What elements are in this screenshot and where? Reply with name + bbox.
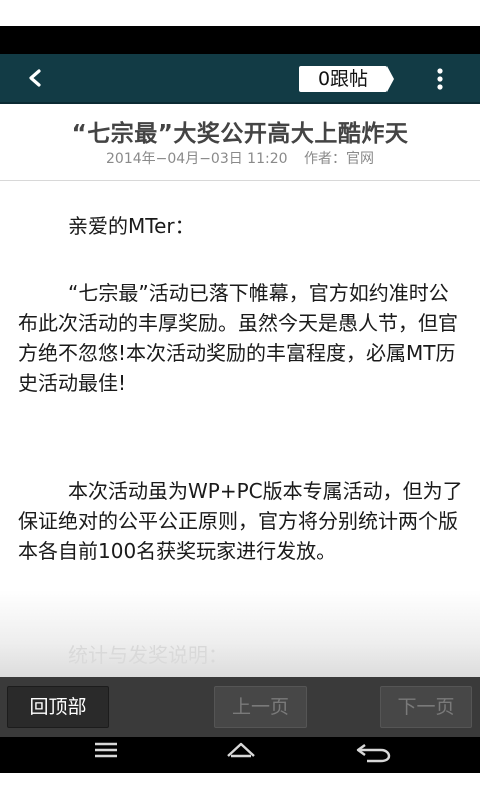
- next-page-button[interactable]: 下一页: [380, 686, 472, 728]
- reply-count-button[interactable]: 0跟帖: [299, 66, 394, 92]
- home-button[interactable]: [219, 739, 263, 771]
- bottom-toolbar: 回顶部 上一页 下一页: [0, 677, 480, 737]
- system-back-button[interactable]: [350, 739, 396, 771]
- vertical-dots-icon: [437, 68, 443, 90]
- article-author: 作者：官网: [303, 151, 374, 167]
- article-meta: 2014年−04月−03日 11:20 作者：官网: [0, 148, 480, 168]
- article-header: “七宗最”大奖公开高大上酷炸天 2014年−04月−03日 11:20 作者：官…: [0, 104, 480, 181]
- back-arrow-icon: [356, 744, 391, 763]
- article-title: “七宗最”大奖公开高大上酷炸天: [71, 121, 409, 147]
- paragraph-1: “七宗最”活动已落下帷幕，官方如约准时公布此次活动的丰厚奖励。虽然今天是愚人节，…: [18, 281, 458, 395]
- paragraph-3: 统计与发奖说明：: [68, 643, 228, 667]
- paragraph-2: 本次活动虽为WP+PC版本专属活动，但为了保证绝对的公平公正原则，官方将分别统计…: [18, 479, 463, 563]
- system-nav-bar: [0, 737, 480, 773]
- recents-button[interactable]: [86, 739, 126, 771]
- frame-top: [0, 0, 480, 26]
- prev-page-button[interactable]: 上一页: [214, 686, 307, 728]
- status-bar: [0, 26, 480, 54]
- menu-lines-icon: [95, 742, 117, 758]
- app-bar: 0跟帖: [0, 54, 480, 104]
- paragraph-greeting: 亲爱的MTer：: [68, 214, 195, 238]
- overflow-menu-button[interactable]: [430, 64, 450, 94]
- frame-bottom: [0, 773, 480, 800]
- article-date: 2014年−04月−03日 11:20: [106, 151, 288, 167]
- chevron-left-icon: [29, 69, 41, 87]
- back-to-top-button[interactable]: 回顶部: [7, 686, 109, 728]
- home-icon: [227, 742, 255, 758]
- back-button[interactable]: [20, 62, 50, 94]
- article-content[interactable]: 亲爱的MTer： “七宗最”活动已落下帷幕，官方如约准时公布此次活动的丰厚奖励。…: [0, 181, 480, 677]
